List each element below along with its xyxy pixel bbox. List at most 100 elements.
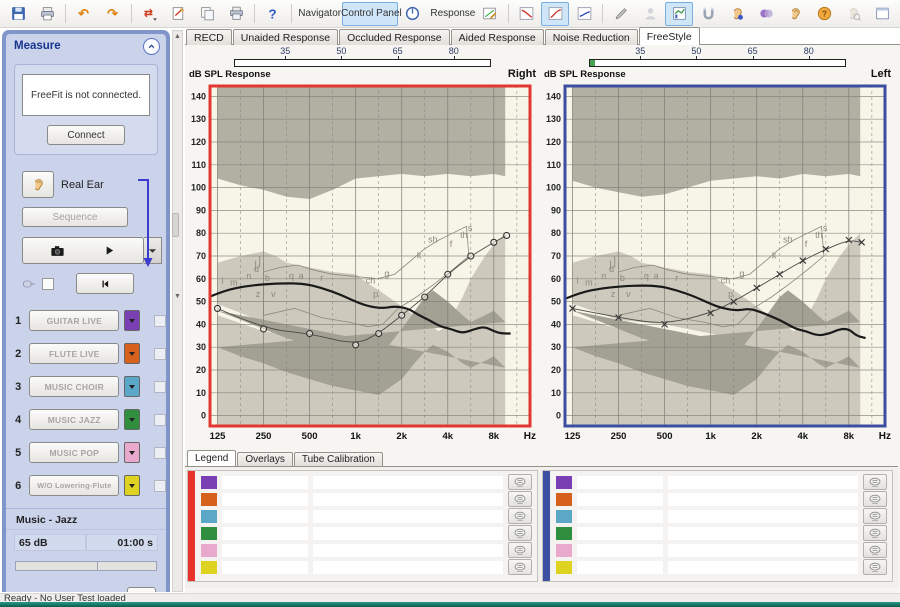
legend-comment-button[interactable] <box>508 474 532 490</box>
gauge-button[interactable] <box>399 2 427 26</box>
legend-tab-tube-calibration[interactable]: Tube Calibration <box>294 452 383 466</box>
graph-view-button[interactable] <box>665 2 693 26</box>
control-panel-button[interactable]: Control Panel <box>342 2 398 26</box>
stimulus-dropdown-button[interactable] <box>144 237 162 264</box>
slider-track[interactable] <box>589 59 845 67</box>
blue-curve-button[interactable] <box>570 2 598 26</box>
legend-name-field[interactable] <box>577 476 663 489</box>
tab-recd[interactable]: RECD <box>186 29 232 45</box>
legend-tab-overlays[interactable]: Overlays <box>237 452 292 466</box>
legend-description-field[interactable] <box>668 493 858 506</box>
stimulus-button[interactable]: W/O Lowering-Flute <box>29 475 119 496</box>
print-button[interactable] <box>33 2 61 26</box>
legend-description-field[interactable] <box>313 476 503 489</box>
legend-tab-legend[interactable]: Legend <box>187 450 236 466</box>
legend-name-field[interactable] <box>577 544 663 557</box>
undo-button[interactable]: ↶ <box>70 2 98 26</box>
edit-graph-button[interactable] <box>476 2 504 26</box>
level-slider-left[interactable]: 35506580 <box>542 46 893 67</box>
slider-track[interactable] <box>234 59 490 67</box>
legend-name-field[interactable] <box>577 493 663 506</box>
legend-description-field[interactable] <box>313 493 503 506</box>
save-button[interactable] <box>4 2 32 26</box>
legend-name-field[interactable] <box>222 510 308 523</box>
real-ear-button[interactable] <box>22 171 54 198</box>
legend-comment-button[interactable] <box>863 508 887 524</box>
connect-button[interactable]: Connect <box>47 125 125 145</box>
tab-occluded-response[interactable]: Occluded Response <box>339 29 450 45</box>
legend-name-field[interactable] <box>222 561 308 574</box>
legend-name-field[interactable] <box>222 476 308 489</box>
stimulus-button[interactable]: FLUTE LIVE <box>29 343 119 364</box>
scroll-down-arrow[interactable]: ▼ <box>173 291 182 301</box>
edit-notes-button[interactable] <box>164 2 192 26</box>
stimulus-color-dropdown[interactable] <box>124 475 140 496</box>
skip-to-start-button[interactable] <box>76 273 134 294</box>
collapse-panel-button[interactable] <box>143 38 160 55</box>
ear-probe-button[interactable] <box>723 2 751 26</box>
coupler-button[interactable] <box>694 2 722 26</box>
legend-comment-button[interactable] <box>508 525 532 541</box>
tab-aided-response[interactable]: Aided Response <box>451 29 544 45</box>
legend-name-field[interactable] <box>222 527 308 540</box>
response-button[interactable]: Response <box>428 2 475 26</box>
legend-name-field[interactable] <box>577 510 663 523</box>
legend-description-field[interactable] <box>313 561 503 574</box>
level-slider-right[interactable]: 35506580 <box>187 46 538 67</box>
report-panel-button[interactable] <box>868 2 896 26</box>
legend-comment-button[interactable] <box>508 491 532 507</box>
transfer-button[interactable]: ⇄ <box>135 2 163 26</box>
stimulus-button[interactable]: MUSIC JAZZ <box>29 409 119 430</box>
stimulus-checkbox[interactable] <box>154 447 166 459</box>
play-button[interactable] <box>22 237 144 264</box>
tab-noise-reduction[interactable]: Noise Reduction <box>545 29 638 45</box>
legend-comment-button[interactable] <box>863 559 887 575</box>
legend-description-field[interactable] <box>313 510 503 523</box>
stimulus-button[interactable]: MUSIC POP <box>29 442 119 463</box>
legend-description-field[interactable] <box>668 476 858 489</box>
ear-inspect-button[interactable] <box>839 2 867 26</box>
binaural-view-button[interactable] <box>752 2 780 26</box>
tab-freestyle[interactable]: FreeStyle <box>639 27 700 45</box>
stimulus-checkbox[interactable] <box>154 414 166 426</box>
navigator-button[interactable]: Navigator <box>295 2 341 26</box>
record-button[interactable] <box>127 587 156 592</box>
legend-name-field[interactable] <box>577 527 663 540</box>
red-descending-curve-button[interactable] <box>512 2 540 26</box>
redo-button[interactable]: ↷ <box>99 2 127 26</box>
legend-comment-button[interactable] <box>863 525 887 541</box>
legend-description-field[interactable] <box>668 561 858 574</box>
legend-comment-button[interactable] <box>863 542 887 558</box>
ear-measure-button[interactable] <box>781 2 809 26</box>
probe-tools-button[interactable] <box>607 2 635 26</box>
stimulus-color-dropdown[interactable] <box>124 409 140 430</box>
legend-description-field[interactable] <box>668 527 858 540</box>
legend-comment-button[interactable] <box>863 474 887 490</box>
copy-session-button[interactable] <box>193 2 221 26</box>
patient-button[interactable] <box>636 2 664 26</box>
stimulus-color-dropdown[interactable] <box>124 442 140 463</box>
stimulus-button[interactable]: GUITAR LIVE <box>29 310 119 331</box>
legend-name-field[interactable] <box>222 493 308 506</box>
tab-unaided-response[interactable]: Unaided Response <box>233 29 338 45</box>
legend-description-field[interactable] <box>668 510 858 523</box>
print-session-button[interactable] <box>222 2 250 26</box>
loop-checkbox[interactable] <box>42 278 54 290</box>
stimulus-checkbox[interactable] <box>154 315 166 327</box>
stimulus-checkbox[interactable] <box>154 348 166 360</box>
panel-scrollbar[interactable]: ▲ ▼ <box>172 30 183 592</box>
splitter-grip[interactable] <box>172 213 179 237</box>
assistant-button[interactable]: ? <box>810 2 838 26</box>
legend-name-field[interactable] <box>222 544 308 557</box>
scroll-up-arrow[interactable]: ▲ <box>173 31 182 41</box>
legend-description-field[interactable] <box>313 544 503 557</box>
legend-name-field[interactable] <box>577 561 663 574</box>
legend-comment-button[interactable] <box>508 508 532 524</box>
stimulus-button[interactable]: MUSIC CHOIR <box>29 376 119 397</box>
stimulus-color-dropdown[interactable] <box>124 376 140 397</box>
stimulus-color-dropdown[interactable] <box>124 310 140 331</box>
help-button[interactable]: ? <box>259 2 287 26</box>
stimulus-color-dropdown[interactable] <box>124 343 140 364</box>
stimulus-checkbox[interactable] <box>154 381 166 393</box>
red-rising-curve-button[interactable] <box>541 2 569 26</box>
